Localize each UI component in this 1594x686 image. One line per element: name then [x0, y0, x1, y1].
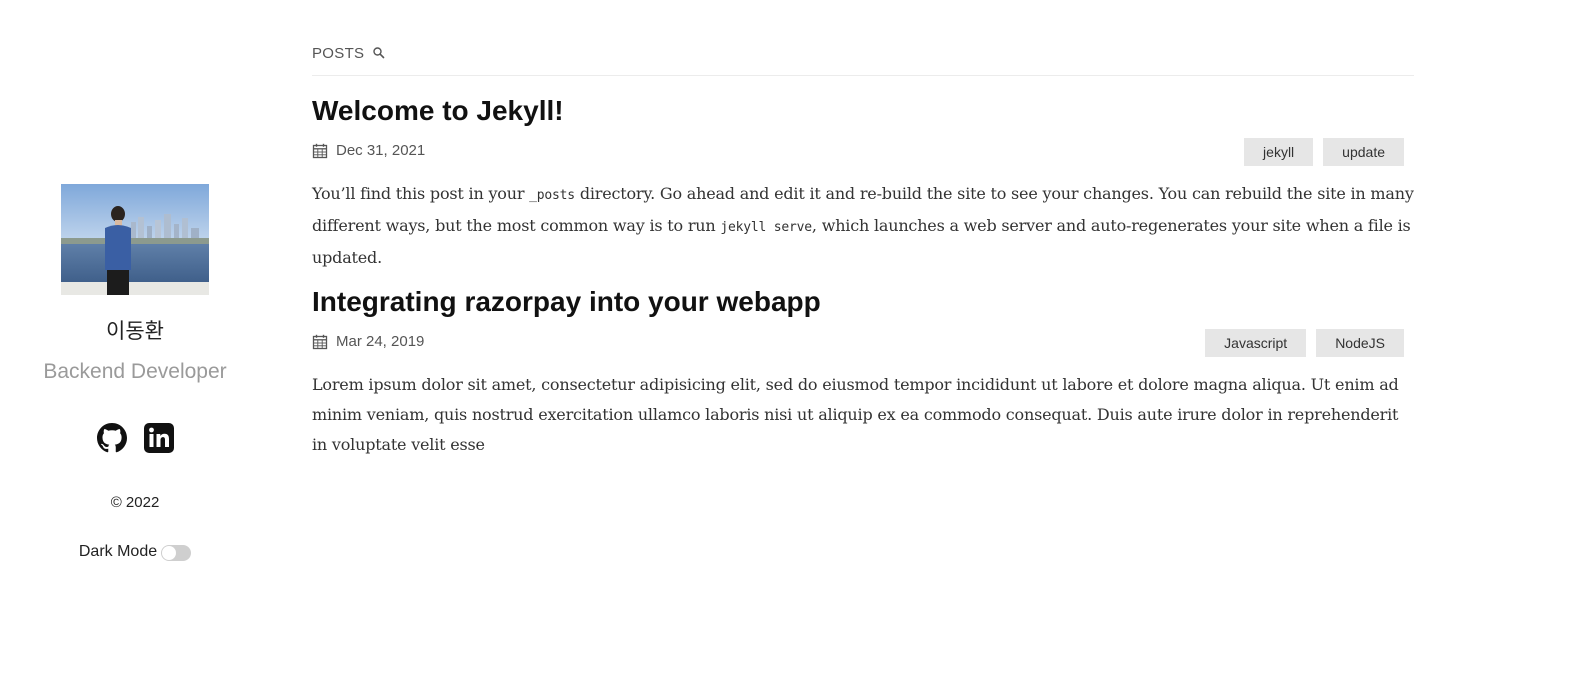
tag-javascript[interactable]: Javascript [1205, 329, 1307, 357]
github-icon [96, 423, 127, 453]
profile-role: Backend Developer [43, 360, 227, 383]
calendar-icon [312, 143, 328, 158]
inline-code: _posts [529, 188, 575, 203]
linkedin-icon [143, 423, 174, 453]
post-excerpt: Lorem ipsum dolor sit amet, consectetur … [312, 375, 1399, 454]
post-title[interactable]: Integrating razorpay into your webapp [312, 284, 1414, 320]
post-date: Mar 24, 2019 [312, 333, 424, 350]
toggle-knob [162, 545, 177, 560]
post-meta: Dec 31, 2021 jekyll update [312, 138, 1414, 168]
excerpt-text: You’ll find this post in your [312, 184, 530, 203]
tag-update[interactable]: update [1323, 138, 1404, 166]
dark-mode-control: Dark Mode [0, 543, 270, 561]
tag-jekyll[interactable]: jekyll [1244, 138, 1314, 166]
dark-mode-label: Dark Mode [78, 543, 158, 560]
tag-nodejs[interactable]: NodeJS [1316, 329, 1404, 357]
post-date-text: Mar 24, 2019 [336, 333, 425, 350]
copyright: © 2022 [110, 494, 160, 511]
post-item: Integrating razorpay into your webapp Ma… [312, 284, 1414, 460]
post-tags: jekyll update [1244, 138, 1404, 166]
avatar[interactable] [61, 184, 209, 295]
post-tags: Javascript NodeJS [1205, 329, 1404, 357]
sidebar: 이동환 Backend Developer © 2022 Dark Mode [0, 0, 270, 686]
post-item: Welcome to Jekyll! Dec 31, 2021 jekyll u… [312, 93, 1414, 273]
search-icon[interactable] [372, 46, 386, 60]
linkedin-link[interactable] [143, 423, 174, 453]
top-nav: POSTS [312, 44, 1414, 76]
inline-code: jekyll serve [720, 220, 812, 235]
post-excerpt: You’ll find this post in your _posts dir… [312, 179, 1414, 273]
post-date: Dec 31, 2021 [312, 142, 425, 159]
github-link[interactable] [96, 423, 127, 453]
profile-name: 이동환 [106, 319, 164, 343]
post-meta: Mar 24, 2019 Javascript NodeJS [312, 329, 1414, 359]
post-title[interactable]: Welcome to Jekyll! [312, 93, 1414, 129]
social-links [0, 423, 270, 453]
calendar-icon [312, 334, 328, 349]
nav-posts-link[interactable]: POSTS [312, 45, 364, 62]
post-date-text: Dec 31, 2021 [336, 142, 426, 159]
page: 이동환 Backend Developer © 2022 Dark Mode P… [0, 0, 1594, 686]
dark-mode-toggle[interactable] [161, 544, 192, 561]
